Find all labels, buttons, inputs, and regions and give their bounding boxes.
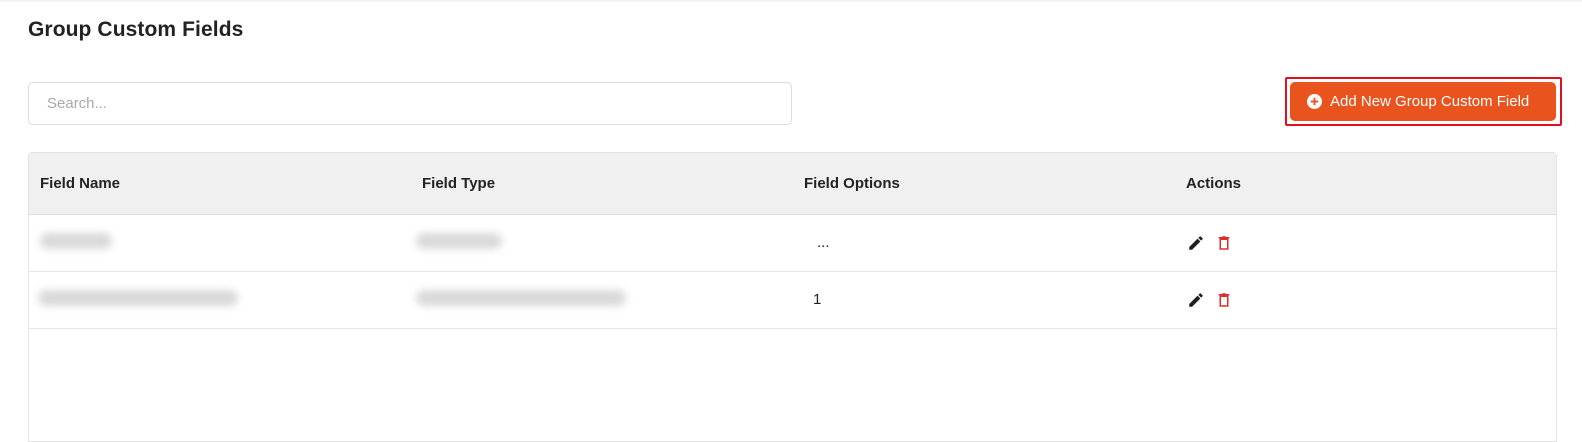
column-header-actions: Actions	[1175, 153, 1556, 215]
field-options-cell: 1	[793, 271, 1175, 329]
page-title: Group Custom Fields	[28, 18, 244, 41]
actions-cell	[1175, 271, 1556, 329]
field-type-cell	[411, 214, 793, 272]
trash-icon[interactable]	[1215, 291, 1233, 309]
column-header-field-name[interactable]: Field Name	[29, 153, 411, 215]
table-header-row: Field Name Field Type Field Options Acti…	[29, 153, 1556, 215]
column-header-field-options[interactable]: Field Options	[793, 153, 1175, 215]
field-name-cell	[29, 271, 411, 329]
redacted-field-name	[38, 289, 238, 306]
field-name-cell	[29, 214, 411, 272]
edit-icon[interactable]	[1187, 234, 1205, 252]
field-options-cell: ...	[793, 214, 1175, 272]
plus-circle-icon	[1307, 94, 1322, 109]
actions-cell	[1175, 214, 1556, 272]
column-header-field-type[interactable]: Field Type	[411, 153, 793, 215]
redacted-field-type	[416, 289, 626, 306]
redacted-field-name	[40, 232, 112, 249]
edit-icon[interactable]	[1187, 291, 1205, 309]
search-input[interactable]	[28, 82, 792, 125]
add-new-group-custom-field-button[interactable]: Add New Group Custom Field	[1290, 82, 1556, 121]
custom-fields-table: Field Name Field Type Field Options Acti…	[28, 152, 1557, 442]
trash-icon[interactable]	[1215, 234, 1233, 252]
redacted-field-type	[416, 232, 502, 249]
table-row: ...	[29, 214, 1556, 272]
table-row: 1	[29, 271, 1556, 329]
add-button-label: Add New Group Custom Field	[1330, 93, 1530, 110]
top-divider	[0, 0, 1582, 2]
field-type-cell	[411, 271, 793, 329]
